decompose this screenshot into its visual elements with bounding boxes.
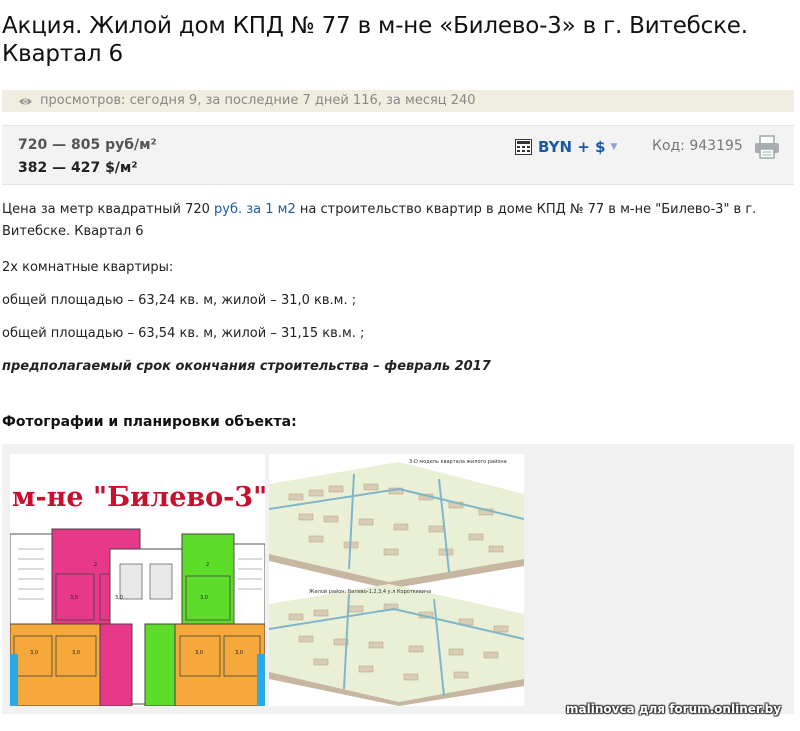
print-icon[interactable] (754, 135, 780, 159)
views-text: просмотров: сегодня 9, за последние 7 дн… (40, 93, 476, 108)
svg-text:3,0: 3,0 (70, 595, 78, 601)
svg-text:3,0: 3,0 (200, 595, 208, 601)
price-byn: 720 — 805 руб/м² (18, 137, 157, 153)
currency-label: BYN + $ (538, 138, 606, 156)
price-box: 720 — 805 руб/м² 382 — 427 $/м² BYN + $ … (2, 125, 794, 185)
photo-gallery: м-не "Билево-3" в (2, 444, 794, 714)
description-rooms: 2х комнатные квартиры: (2, 260, 174, 275)
svg-text:3,0: 3,0 (195, 650, 203, 656)
description-area-2: общей площадью – 63,54 кв. м, жилой – 31… (2, 326, 365, 341)
eye-icon (19, 97, 32, 105)
district-model-image (269, 462, 524, 706)
chevron-down-icon: ▼ (610, 142, 618, 152)
page-title: Акция. Жилой дом КПД № 77 в м-не «Билево… (2, 13, 748, 67)
svg-text:3,0: 3,0 (115, 595, 123, 601)
svg-text:3,0: 3,0 (235, 650, 243, 656)
listing-code: Код: 943195 (652, 138, 743, 154)
svg-text:3,0: 3,0 (30, 650, 38, 656)
views-counter: просмотров: сегодня 9, за последние 7 дн… (2, 90, 794, 112)
svg-text:3,0: 3,0 (72, 650, 80, 656)
floor-plan-thumbnail[interactable]: м-не "Билево-3" в (10, 454, 265, 706)
description-area-1: общей площадью – 63,24 кв. м, жилой – 31… (2, 293, 357, 308)
svg-text:2: 2 (206, 562, 209, 568)
district-model-thumbnail[interactable]: 3-D модель квартала жилого района Жилой … (269, 454, 524, 706)
photos-heading: Фотографии и планировки объекта: (2, 414, 297, 430)
model-label-mid: Жилой район: Билево-1,2,3,4 у.л Короткев… (309, 589, 432, 595)
description: Цена за метр квадратный 720 руб. за 1 м2… (2, 199, 792, 243)
price-usd: 382 — 427 $/м² (18, 160, 138, 176)
calculator-icon (515, 139, 532, 155)
model-label-top: 3-D модель квартала жилого района (409, 459, 507, 465)
currency-switch-button[interactable]: BYN + $ ▼ (515, 138, 617, 156)
watermark: malinovca для forum.onliner.by (566, 702, 782, 716)
svg-text:2: 2 (94, 562, 97, 568)
description-deadline: предполагаемый срок окончания строительс… (2, 359, 491, 374)
floor-plan-image: 2 2 3,0 3,0 3,0 3,0 3,0 3,0 3,0 (10, 528, 265, 706)
description-price-text: Цена за метр квадратный 720 руб. за 1 м2… (2, 202, 757, 239)
unit-link[interactable]: руб. за 1 м2 (214, 202, 296, 217)
